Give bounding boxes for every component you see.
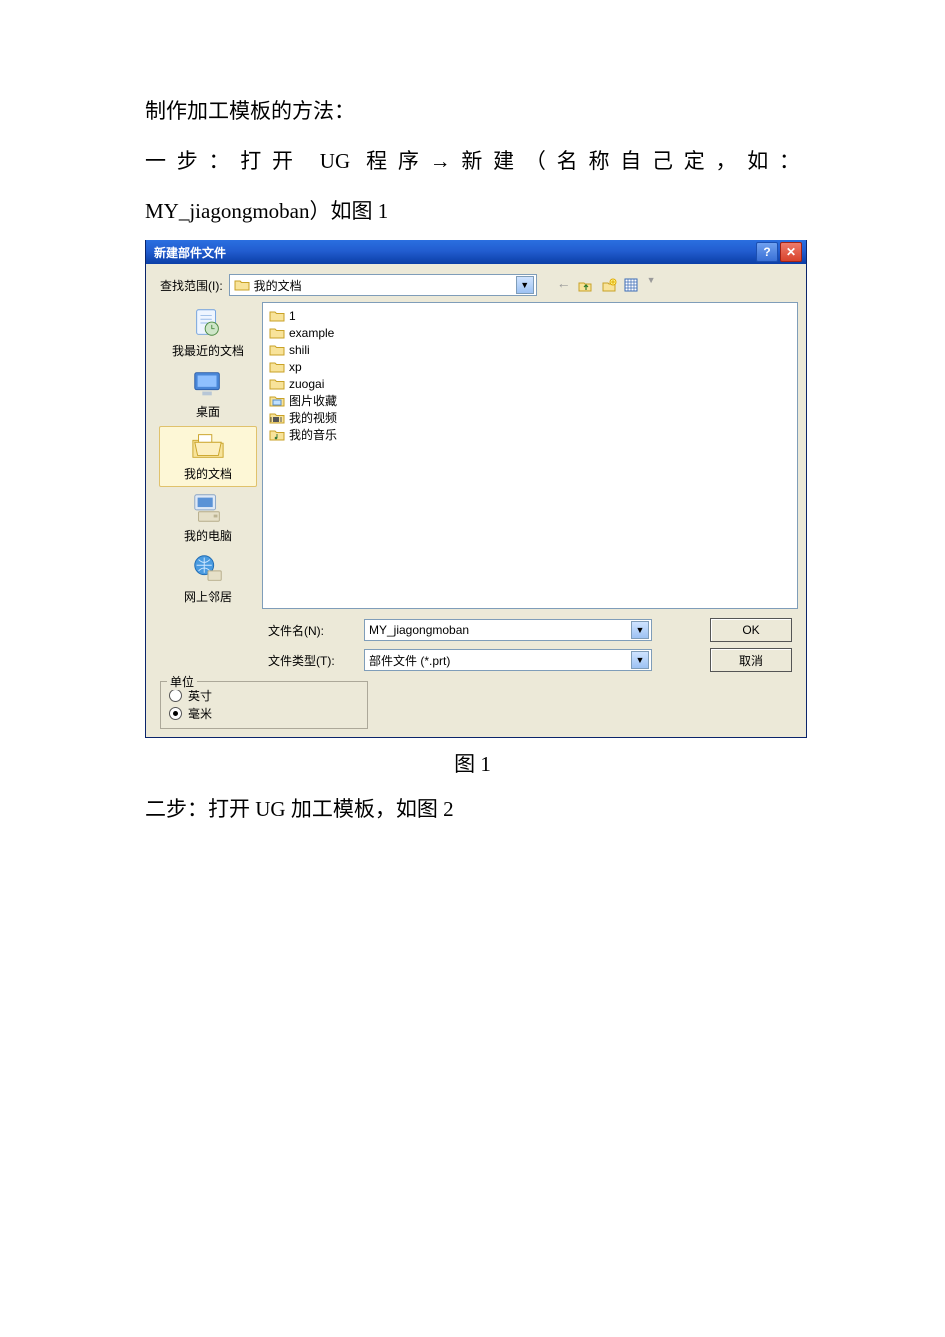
view-menu-dropdown-icon[interactable]: ▼ bbox=[647, 275, 656, 295]
filetype-select[interactable]: 部件文件 (*.prt) ▼ bbox=[364, 649, 652, 671]
list-item[interactable]: 我的音乐 bbox=[269, 426, 791, 443]
unit-inch-radio[interactable]: 英寸 bbox=[169, 686, 359, 704]
recent-docs-icon bbox=[188, 306, 228, 340]
folder-icon bbox=[269, 326, 285, 340]
ok-button[interactable]: OK bbox=[710, 618, 792, 642]
place-label: 我的文档 bbox=[184, 467, 232, 481]
place-label: 网上邻居 bbox=[184, 590, 232, 604]
folder-icon bbox=[269, 343, 285, 357]
step1-line2: MY_jiagongmoban）如图 1 bbox=[145, 190, 800, 232]
list-item[interactable]: example bbox=[269, 324, 791, 341]
view-menu-icon[interactable] bbox=[623, 275, 643, 295]
list-item[interactable]: 图片收藏 bbox=[269, 392, 791, 409]
dialog-titlebar[interactable]: 新建部件文件 ? ✕ bbox=[146, 240, 806, 264]
list-item[interactable]: zuogai bbox=[269, 375, 791, 392]
music-folder-icon bbox=[269, 428, 285, 442]
help-button[interactable]: ? bbox=[756, 242, 778, 262]
place-network[interactable]: 网上邻居 bbox=[160, 550, 256, 609]
step1-line1: 一步：打开 UG 程序→新建（名称自己定，如： bbox=[145, 140, 800, 182]
lookin-label: 查找范围(I): bbox=[160, 277, 223, 294]
new-folder-icon[interactable] bbox=[599, 275, 619, 295]
filename-input[interactable]: MY_jiagongmoban ▼ bbox=[364, 619, 652, 641]
place-recent[interactable]: 我最近的文档 bbox=[160, 304, 256, 363]
filetype-label: 文件类型(T): bbox=[268, 652, 354, 669]
chevron-down-icon[interactable]: ▼ bbox=[631, 651, 649, 669]
folder-icon bbox=[269, 360, 285, 374]
place-label: 桌面 bbox=[196, 405, 220, 419]
folder-open-icon bbox=[234, 278, 250, 292]
unit-mm-label: 毫米 bbox=[188, 705, 212, 722]
list-item[interactable]: xp bbox=[269, 358, 791, 375]
chevron-down-icon[interactable]: ▼ bbox=[631, 621, 649, 639]
network-places-icon bbox=[188, 552, 228, 586]
file-list[interactable]: 1 example shili xp zuogai 图片收藏 我的视频 我的音乐 bbox=[262, 302, 798, 609]
filename-value: MY_jiagongmoban bbox=[369, 623, 469, 637]
folder-icon bbox=[269, 377, 285, 391]
unit-mm-radio[interactable]: 毫米 bbox=[169, 704, 359, 722]
my-computer-icon bbox=[188, 491, 228, 525]
radio-icon bbox=[169, 689, 182, 702]
video-folder-icon bbox=[269, 411, 285, 425]
pictures-folder-icon bbox=[269, 394, 285, 408]
desktop-icon bbox=[188, 367, 228, 401]
new-part-file-dialog: 新建部件文件 ? ✕ 查找范围(I): 我的文档 ▼ ← bbox=[145, 240, 807, 738]
my-documents-icon bbox=[188, 429, 228, 463]
place-desktop[interactable]: 桌面 bbox=[160, 365, 256, 424]
filetype-value: 部件文件 (*.prt) bbox=[369, 652, 450, 669]
list-item[interactable]: shili bbox=[269, 341, 791, 358]
list-item[interactable]: 我的视频 bbox=[269, 409, 791, 426]
heading: 制作加工模板的方法： bbox=[145, 90, 800, 132]
place-mydocs[interactable]: 我的文档 bbox=[159, 426, 257, 487]
units-groupbox: 单位 英寸 毫米 bbox=[160, 681, 368, 729]
filename-label: 文件名(N): bbox=[268, 622, 354, 639]
list-item[interactable]: 1 bbox=[269, 307, 791, 324]
place-label: 我最近的文档 bbox=[172, 344, 244, 358]
lookin-value: 我的文档 bbox=[254, 277, 302, 294]
step2: 二步：打开 UG 加工模板，如图 2 bbox=[145, 788, 800, 830]
units-legend: 单位 bbox=[167, 673, 197, 690]
place-label: 我的电脑 bbox=[184, 529, 232, 543]
dialog-title: 新建部件文件 bbox=[154, 244, 754, 261]
up-one-level-icon[interactable] bbox=[575, 275, 595, 295]
cancel-button[interactable]: 取消 bbox=[710, 648, 792, 672]
lookin-combo[interactable]: 我的文档 ▼ bbox=[229, 274, 537, 296]
places-bar: 我最近的文档 桌面 我的文档 bbox=[154, 302, 262, 609]
folder-icon bbox=[269, 309, 285, 323]
radio-checked-icon bbox=[169, 707, 182, 720]
close-button[interactable]: ✕ bbox=[780, 242, 802, 262]
place-mycomputer[interactable]: 我的电脑 bbox=[160, 489, 256, 548]
figure-1-caption: 图 1 bbox=[145, 748, 800, 778]
chevron-down-icon[interactable]: ▼ bbox=[516, 276, 534, 294]
back-icon[interactable]: ← bbox=[557, 275, 571, 295]
